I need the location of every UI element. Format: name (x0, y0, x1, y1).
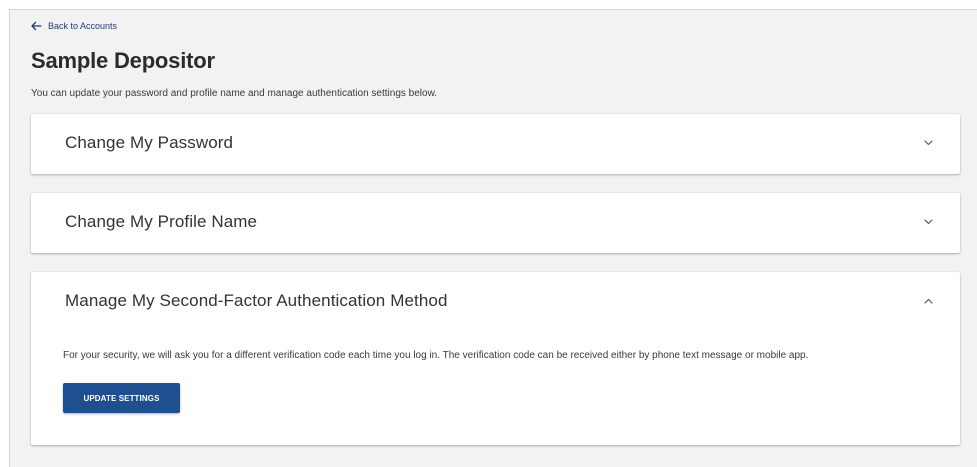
second-factor-description: For your security, we will ask you for a… (63, 350, 809, 361)
second-factor-title: Manage My Second-Factor Authentication M… (65, 291, 448, 310)
chevron-down-icon[interactable] (924, 219, 933, 225)
change-password-header[interactable]: Change My Password (31, 114, 960, 174)
second-factor-panel: Manage My Second-Factor Authentication M… (31, 272, 960, 445)
change-profile-name-title: Change My Profile Name (65, 212, 258, 231)
arrow-left-icon (31, 21, 42, 31)
second-factor-header[interactable]: Manage My Second-Factor Authentication M… (31, 272, 960, 332)
change-password-title: Change My Password (65, 133, 234, 152)
back-link-label: Back to Accounts (48, 21, 118, 31)
chevron-up-icon[interactable] (924, 298, 933, 304)
update-settings-button[interactable]: UPDATE SETTINGS (63, 383, 180, 413)
page-title: Sample Depositor (31, 48, 215, 73)
change-profile-name-header[interactable]: Change My Profile Name (31, 193, 960, 253)
back-to-accounts-link[interactable]: Back to Accounts (30, 21, 117, 31)
chevron-down-icon[interactable] (924, 140, 933, 146)
page-description: You can update your password and profile… (31, 88, 438, 99)
change-password-panel: Change My Password (31, 114, 960, 174)
change-profile-name-panel: Change My Profile Name (31, 193, 960, 253)
